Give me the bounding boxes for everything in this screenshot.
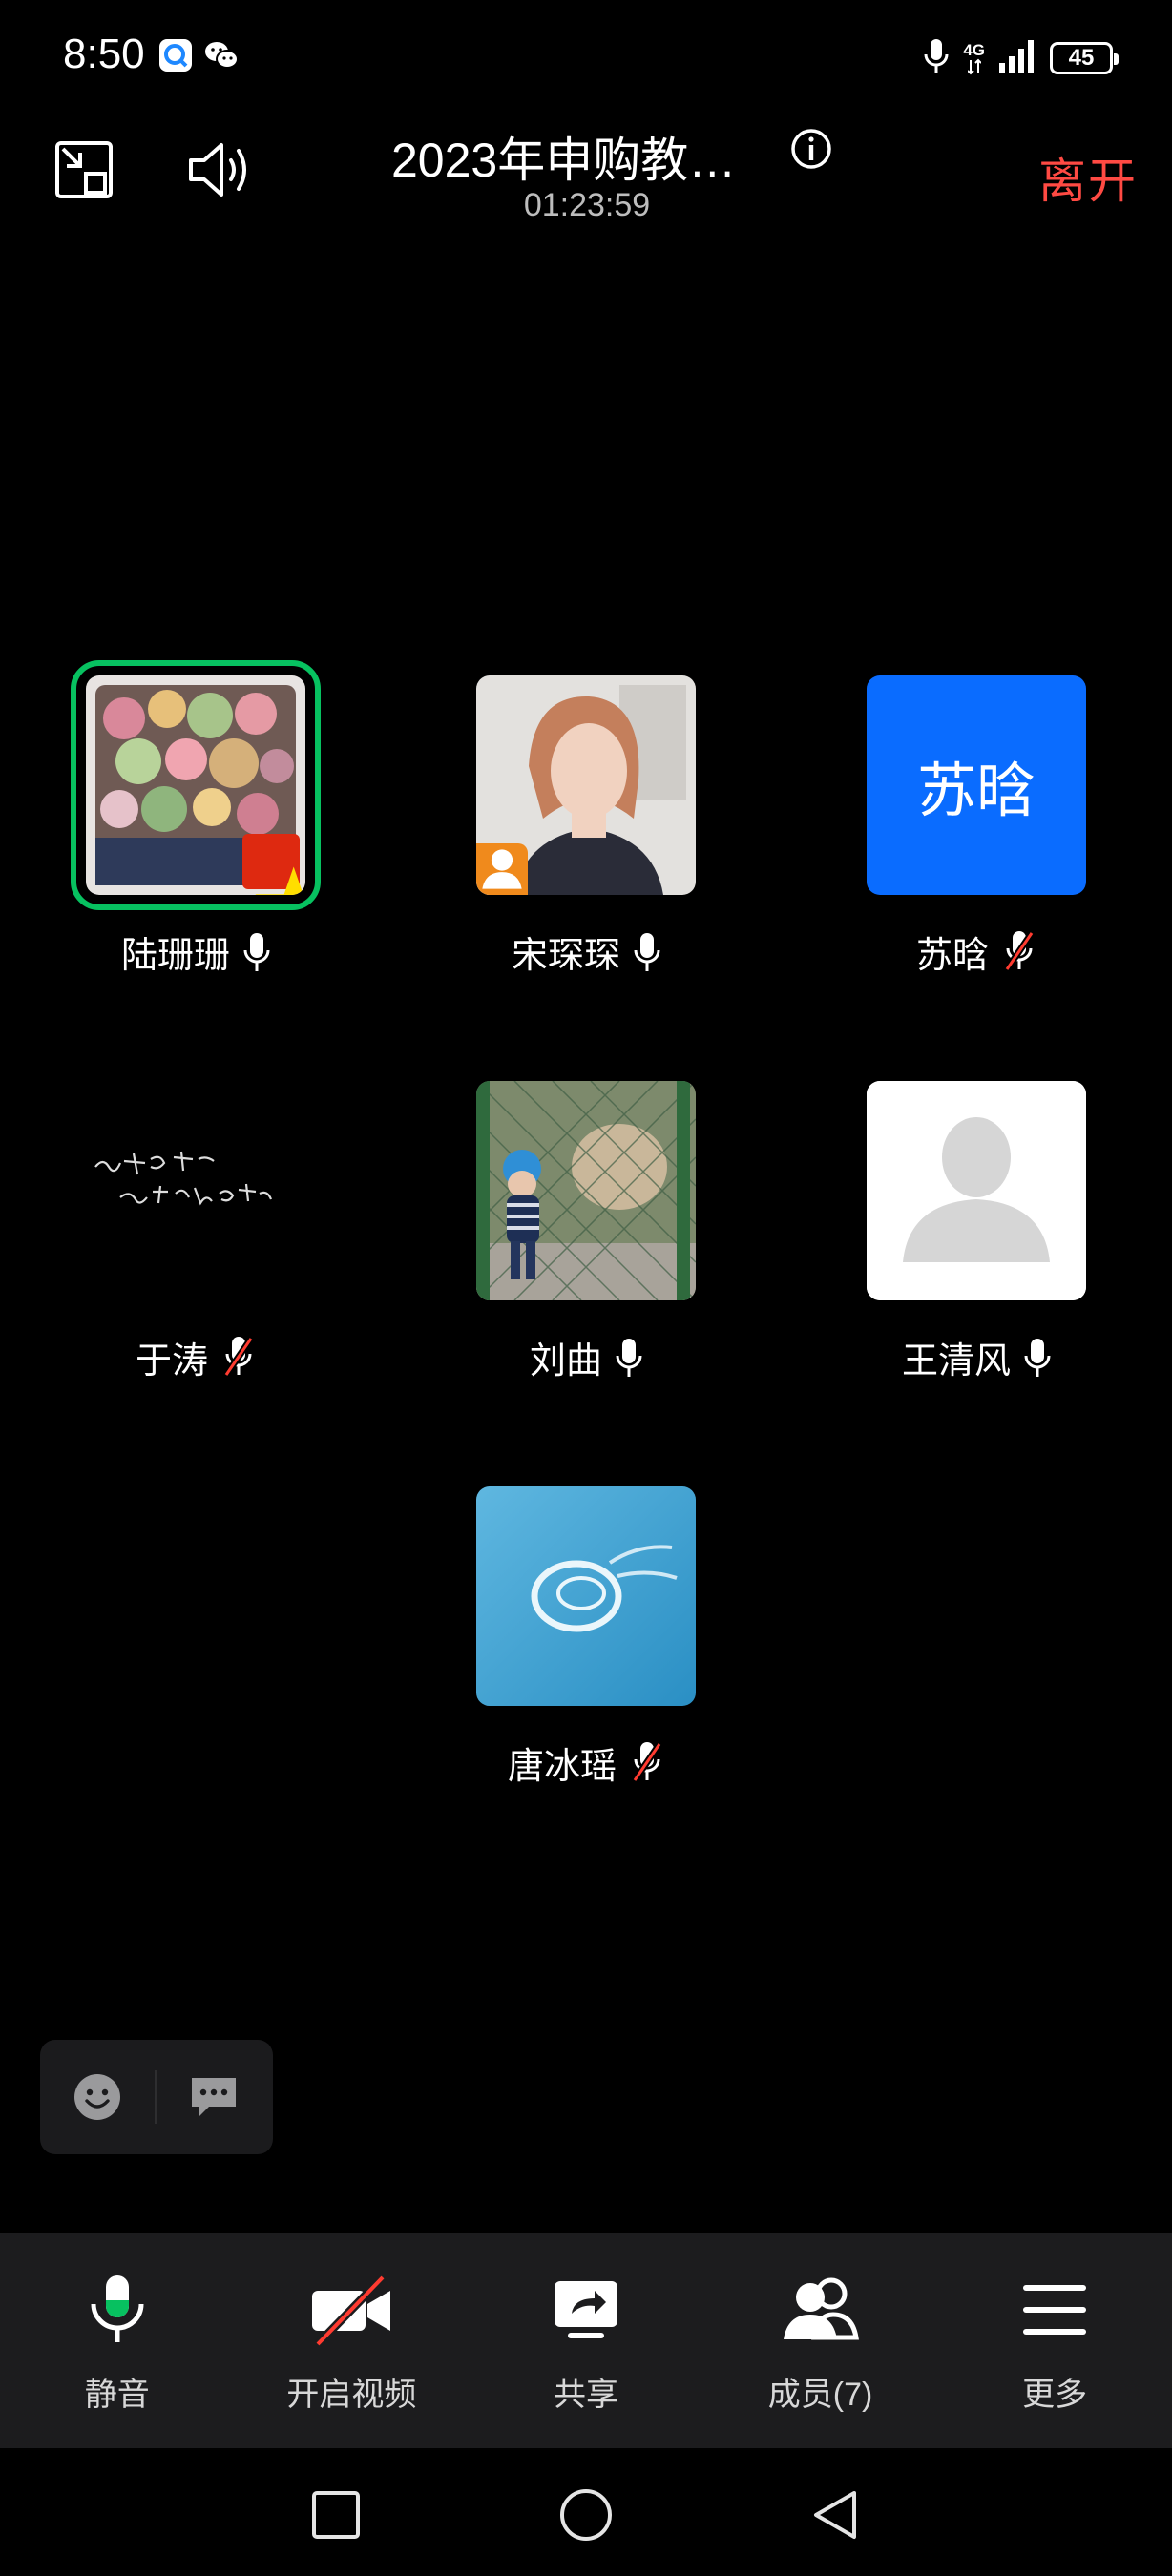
home-icon	[560, 2489, 612, 2541]
participant-name: 苏晗	[915, 936, 989, 976]
participant-name: 刘曲	[529, 1341, 602, 1381]
mute-button[interactable]: 静音	[0, 2233, 235, 2448]
participant-name: 陆珊珊	[120, 936, 230, 976]
mute-label: 静音	[84, 2377, 150, 2413]
china-flag-icon	[242, 834, 305, 895]
leave-button[interactable]: 离开	[1038, 143, 1138, 212]
cellular-signal-icon	[998, 38, 1036, 79]
more-label: 更多	[1022, 2377, 1088, 2413]
participant-name-row: 陆珊珊	[0, 925, 391, 978]
participant-name: 宋琛琛	[511, 936, 620, 976]
participant-tile[interactable]: 陆珊珊	[0, 660, 382, 1000]
meeting-toolbar: 静音 开启视频 共享 成员(7) 更多	[0, 2233, 1172, 2448]
participant-tile[interactable]: 苏晗 苏晗	[781, 675, 1162, 1000]
meeting-title[interactable]: 2023年申购教…	[391, 122, 754, 191]
network-indicator: 4G	[963, 42, 985, 75]
participant-name-row: 王清风	[781, 1331, 1172, 1383]
chat-button[interactable]	[157, 2040, 271, 2154]
info-icon	[791, 129, 831, 169]
mic-on-icon	[634, 932, 660, 971]
mic-muted-icon	[1004, 930, 1035, 971]
child-at-zoo-photo	[476, 1081, 696, 1300]
participant-tile[interactable]: 于涛	[0, 1081, 382, 1405]
home-button[interactable]	[548, 2477, 624, 2553]
participant-name: 王清风	[901, 1341, 1011, 1381]
system-navigation-bar	[0, 2448, 1172, 2576]
host-badge-icon	[476, 843, 528, 895]
members-label: 成员(7)	[767, 2377, 873, 2413]
participant-avatar	[476, 675, 696, 895]
microphone-icon	[65, 2267, 170, 2353]
participant-name: 唐冰瑶	[507, 1747, 617, 1787]
participant-name-row: 刘曲	[390, 1331, 782, 1383]
participant-avatar	[71, 660, 321, 910]
menu-icon	[1002, 2267, 1107, 2353]
speaker-button[interactable]	[183, 135, 260, 204]
participant-name-row: 于涛	[0, 1331, 391, 1383]
participant-name-row: 唐冰瑶	[390, 1736, 782, 1789]
participant-name-row: 宋琛琛	[390, 925, 782, 978]
recent-apps-icon	[312, 2491, 360, 2539]
app-notification-icon	[157, 36, 195, 79]
back-icon	[814, 2491, 856, 2539]
participant-tile[interactable]: 唐冰瑶	[390, 1486, 772, 1811]
participant-tile[interactable]: 刘曲	[390, 1081, 772, 1405]
participant-avatar	[476, 1486, 696, 1706]
emoji-button[interactable]	[40, 2040, 155, 2154]
mic-on-icon	[616, 1338, 642, 1377]
video-off-icon	[299, 2267, 404, 2353]
battery-level: 45	[1068, 45, 1095, 71]
mic-on-icon	[243, 932, 270, 971]
participant-tile[interactable]: 王清风	[781, 1081, 1162, 1405]
microphone-in-use-icon	[923, 37, 950, 80]
minimize-window-button[interactable]	[50, 135, 118, 204]
meeting-duration: 01:23:59	[523, 187, 651, 223]
participant-name-row: 苏晗	[781, 925, 1172, 978]
participant-grid: 陆珊珊 宋琛琛 苏晗 苏晗 于涛 刘曲 王清风 唐冰瑶	[0, 0, 1172, 2576]
participant-avatar	[86, 1081, 305, 1300]
members-icon	[768, 2267, 873, 2353]
recent-apps-button[interactable]	[298, 2477, 374, 2553]
reaction-bar	[40, 2040, 273, 2154]
emoji-icon	[74, 2074, 120, 2120]
participant-name: 于涛	[135, 1341, 208, 1381]
members-button[interactable]: 成员(7)	[703, 2233, 938, 2448]
share-button[interactable]: 共享	[469, 2233, 703, 2448]
mic-muted-icon	[223, 1336, 254, 1377]
meeting-info-button[interactable]	[788, 126, 834, 172]
default-avatar-icon	[867, 1081, 1086, 1300]
share-label: 共享	[553, 2377, 618, 2413]
screen-share-icon	[534, 2267, 638, 2353]
handwriting-image	[86, 1081, 305, 1300]
data-arrows-icon	[967, 58, 981, 74]
mic-muted-icon	[632, 1741, 662, 1782]
minimize-window-icon	[55, 141, 113, 198]
network-type: 4G	[963, 40, 985, 59]
participant-avatar	[476, 1081, 696, 1300]
chat-icon	[192, 2078, 236, 2116]
wechat-icon	[202, 36, 241, 79]
speaker-icon	[189, 143, 246, 197]
start-video-label: 开启视频	[286, 2377, 417, 2413]
battery-icon: 45	[1050, 42, 1119, 74]
start-video-button[interactable]: 开启视频	[235, 2233, 470, 2448]
sea-water-photo	[476, 1486, 696, 1706]
meeting-header: 2023年申购教… 01:23:59 离开	[0, 114, 1172, 248]
more-button[interactable]: 更多	[937, 2233, 1172, 2448]
back-button[interactable]	[798, 2477, 874, 2553]
participant-avatar	[867, 1081, 1086, 1300]
mic-on-icon	[1024, 1338, 1051, 1377]
participant-avatar-initials: 苏晗	[867, 675, 1086, 895]
status-time: 8:50	[63, 31, 145, 77]
participant-tile[interactable]: 宋琛琛	[390, 675, 772, 1000]
status-bar: 8:50 4G 45	[0, 0, 1172, 114]
